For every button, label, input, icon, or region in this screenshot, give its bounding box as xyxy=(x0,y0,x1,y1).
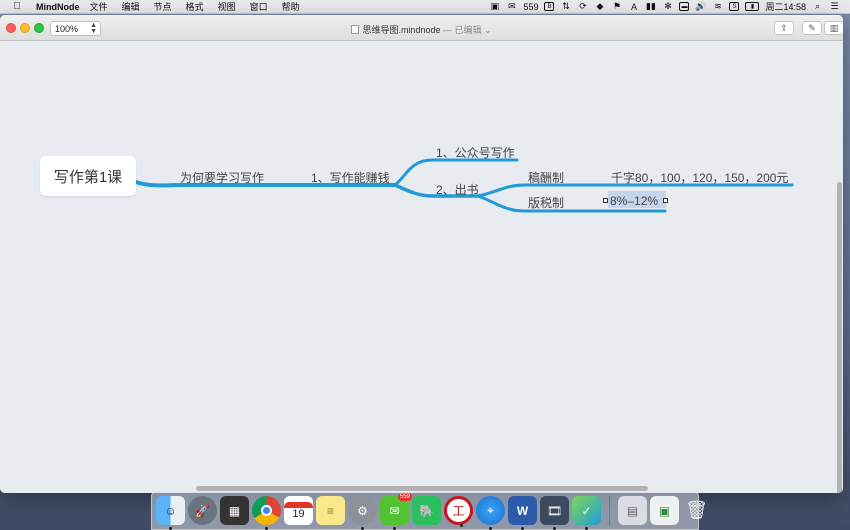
trash-icon[interactable]: 🗑 xyxy=(682,496,711,525)
word-icon[interactable]: W xyxy=(508,496,537,530)
apple-menu-icon[interactable]:  xyxy=(8,1,26,12)
chevron-down-icon[interactable]: ⌄ xyxy=(484,25,492,35)
battery-icon[interactable]: ▮ xyxy=(745,2,760,11)
menu-edit[interactable]: 编辑 xyxy=(122,0,140,13)
menu-bar:  MindNode 文件 编辑 节点 格式 视图 窗口 帮助 ▣ ✉ 559 … xyxy=(0,0,850,14)
wifi-icon[interactable]: ≋ xyxy=(712,1,723,12)
calendar-day: 19 xyxy=(292,507,305,520)
status-tray: ▣ ✉ 559 B ⇅ ⟳ ◆ ⚑ A ▮▮ ✻ ▬ 🔊 ≋ S ▮ 周二14:… xyxy=(489,0,850,13)
menu-window[interactable]: 窗口 xyxy=(250,0,268,13)
selection-handle-left[interactable] xyxy=(603,198,608,203)
flag-icon[interactable]: ⚑ xyxy=(611,1,622,12)
menu-node[interactable]: 节点 xyxy=(154,0,172,13)
style-brush-button[interactable]: ✎ xyxy=(802,21,822,35)
evernote-tray-icon[interactable]: ◆ xyxy=(594,1,605,12)
calendar-icon[interactable]: 19 xyxy=(284,496,313,525)
split-icon[interactable]: ▮▮ xyxy=(645,1,656,12)
menu-format[interactable]: 格式 xyxy=(186,0,204,13)
sidebar-toggle-button[interactable]: ▥ xyxy=(824,21,843,35)
chrome-icon[interactable] xyxy=(252,496,281,530)
node-wechat-writing[interactable]: 1、公众号写作 xyxy=(436,144,515,161)
node-royalty-value[interactable]: 千字80，100，120，150，200元 xyxy=(611,169,788,186)
node-earn-money[interactable]: 1、写作能赚钱 xyxy=(311,169,390,186)
sogou-icon[interactable]: S xyxy=(729,2,740,11)
selection-handle-right[interactable] xyxy=(663,198,668,203)
photo-booth-icon[interactable]: ▦ xyxy=(220,496,249,525)
mindnode-window: 100% ▲ ▼ 思维导图.mindnode — 已编辑 ⌄ ⇪ ✎ ▥ 写作第1… xyxy=(0,15,843,493)
wechat-icon[interactable]: ✉ 559 xyxy=(380,493,412,530)
wechat-count: 559 xyxy=(523,1,539,12)
input-method-icon[interactable]: A xyxy=(628,2,639,12)
dictionary-icon[interactable]: B xyxy=(544,2,555,11)
launchpad-icon[interactable]: 🚀 xyxy=(188,496,217,525)
document-status: — 已编辑 xyxy=(442,25,482,35)
menu-help[interactable]: 帮助 xyxy=(282,0,300,13)
documents-folder-icon[interactable]: ▣ xyxy=(650,496,679,525)
bank-icon[interactable]: 工 xyxy=(444,496,473,527)
dock-separator xyxy=(609,495,610,526)
dock: ☺ 🚀 ▦ 19 ≡ ⚙ ✉ 559 🐘 工 ⌖ W 🎞 ✓ ▤ ▣ 🗑 xyxy=(151,491,708,530)
finder-icon[interactable]: ☺ xyxy=(156,496,185,530)
wechat-tray-icon[interactable]: ✉ xyxy=(506,1,517,12)
menu-view[interactable]: 视图 xyxy=(218,0,236,13)
bluetooth-icon[interactable]: ✻ xyxy=(662,1,673,12)
document-title[interactable]: 思维导图.mindnode — 已编辑 ⌄ xyxy=(0,23,843,36)
root-node[interactable]: 写作第1课 xyxy=(40,156,136,196)
transfer-icon[interactable]: ⇅ xyxy=(560,1,571,12)
menu-app-name[interactable]: MindNode xyxy=(36,2,80,12)
mindnode-icon[interactable]: ✓ xyxy=(572,496,601,530)
photo-slideshow-icon[interactable]: 🎞 xyxy=(540,496,569,530)
sync-icon[interactable]: ⟳ xyxy=(577,1,588,12)
system-preferences-icon[interactable]: ⚙ xyxy=(348,496,377,530)
node-why-write[interactable]: 为何要学习写作 xyxy=(180,169,264,186)
wechat-badge: 559 xyxy=(397,493,412,501)
spotlight-icon[interactable]: ⌕ xyxy=(812,1,823,12)
mindmap-canvas[interactable]: 写作第1课 为何要学习写作 1、写作能赚钱 1、公众号写作 2、出书 稿酬制 千… xyxy=(0,42,843,493)
document-name: 思维导图.mindnode xyxy=(362,25,441,35)
share-button[interactable]: ⇪ xyxy=(774,21,794,35)
node-royalty[interactable]: 稿酬制 xyxy=(528,169,564,186)
document-icon xyxy=(351,25,360,34)
safari-icon[interactable]: ⌖ xyxy=(476,496,505,530)
airplay-icon[interactable]: ▬ xyxy=(679,2,690,11)
menu-file[interactable]: 文件 xyxy=(90,0,108,13)
notes-icon[interactable]: ≡ xyxy=(316,496,345,525)
menubar-clock[interactable]: 周二14:58 xyxy=(765,0,806,13)
vertical-scrollbar[interactable] xyxy=(837,182,842,493)
notification-center-icon[interactable]: ☰ xyxy=(829,1,840,12)
evernote-icon[interactable]: 🐘 xyxy=(412,496,441,525)
preview-icon[interactable]: ▤ xyxy=(618,496,647,525)
node-book[interactable]: 2、出书 xyxy=(436,181,479,198)
mindmap-branches xyxy=(134,158,794,213)
title-bar: 100% ▲ ▼ 思维导图.mindnode — 已编辑 ⌄ ⇪ ✎ ▥ xyxy=(0,15,843,41)
screen-record-icon[interactable]: ▣ xyxy=(489,1,500,12)
volume-icon[interactable]: 🔊 xyxy=(695,1,706,12)
node-tax-value[interactable]: 8%–12% xyxy=(610,194,658,208)
node-tax[interactable]: 版税制 xyxy=(528,194,564,211)
